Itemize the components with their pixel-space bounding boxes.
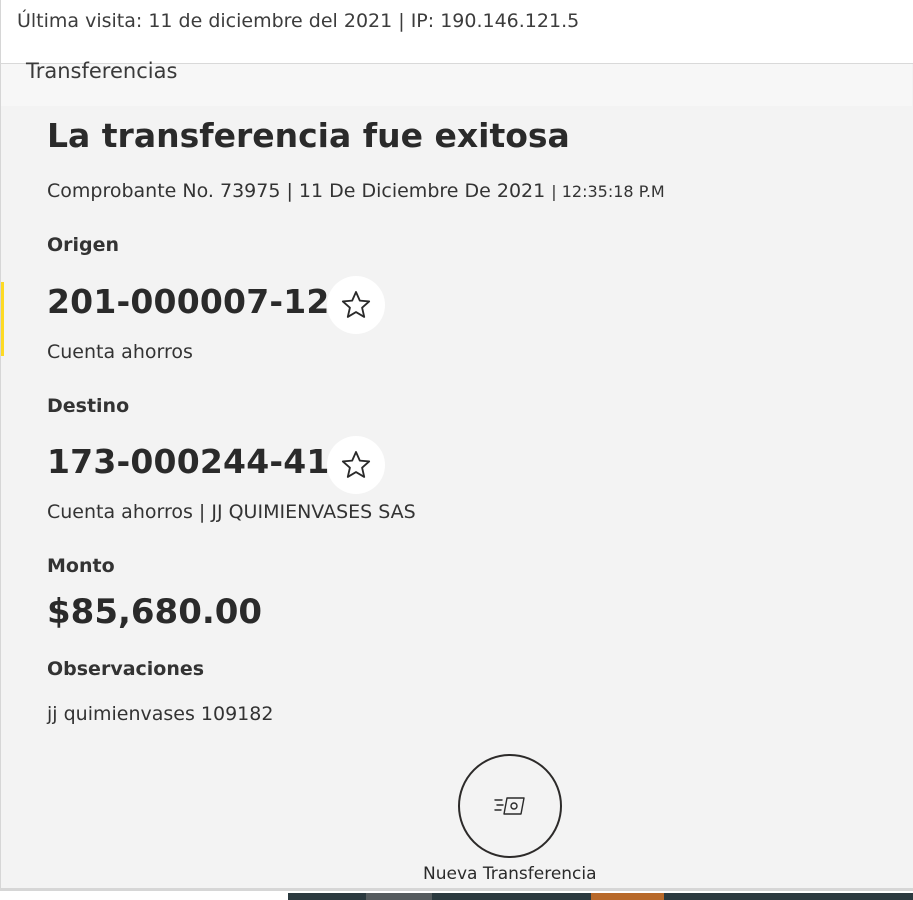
new-transfer-button[interactable]	[458, 754, 562, 858]
receipt-time: | 12:35:18 P.M	[551, 182, 665, 201]
amount-value: $85,680.00	[47, 592, 263, 632]
destination-label: Destino	[47, 395, 130, 417]
transfer-result-panel: Transferencias La transferencia fue exit…	[0, 59, 913, 888]
origin-account-number: 201-000007-12	[47, 282, 330, 321]
amount-label: Monto	[47, 555, 115, 577]
destination-favorite-button[interactable]	[327, 436, 385, 494]
star-outline-icon	[341, 291, 371, 318]
taskbar-segment	[366, 893, 432, 900]
receipt-info: Comprobante No. 73975 | 11 De Diciembre …	[47, 180, 665, 202]
origin-label: Origen	[47, 234, 120, 256]
money-transfer-icon	[494, 797, 525, 815]
success-title: La transferencia fue exitosa	[47, 116, 570, 155]
taskbar-strip	[288, 893, 913, 900]
taskbar-segment-active	[591, 893, 664, 900]
section-title: Transferencias	[26, 59, 178, 83]
notes-label: Observaciones	[47, 658, 205, 680]
origin-account-type: Cuenta ahorros	[47, 341, 193, 363]
side-accent-bar	[1, 282, 4, 356]
star-outline-icon	[341, 451, 371, 478]
notes-value: jj quimienvases 109182	[47, 703, 274, 725]
destination-account-number: 173-000244-41	[47, 442, 330, 481]
top-bar: Última visita: 11 de diciembre del 2021 …	[0, 0, 913, 63]
origin-favorite-button[interactable]	[327, 276, 385, 334]
bottom-divider	[0, 888, 913, 891]
last-visit-info: Última visita: 11 de diciembre del 2021 …	[17, 10, 580, 32]
section-header: Transferencias	[1, 59, 912, 106]
destination-account-details: Cuenta ahorros | JJ QUIMIENVASES SAS	[47, 501, 416, 523]
receipt-number-date: Comprobante No. 73975 | 11 De Diciembre …	[47, 180, 552, 202]
new-transfer-label: Nueva Transferencia	[423, 864, 597, 884]
